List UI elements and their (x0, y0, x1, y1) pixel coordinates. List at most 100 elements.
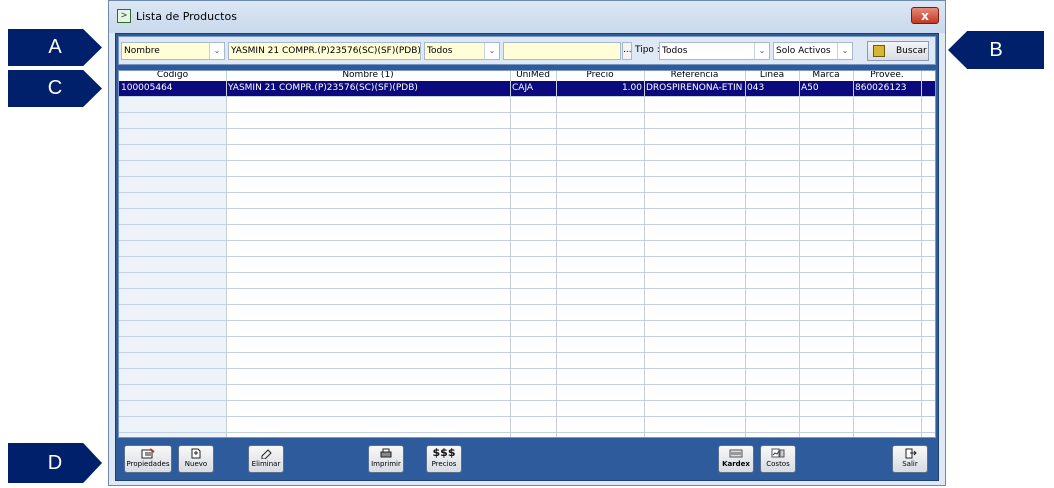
field-select[interactable]: Nombre ⌄ (121, 42, 225, 60)
header-marca[interactable]: Marca (799, 71, 853, 80)
status-select[interactable]: Solo Activos ⌄ (773, 42, 853, 60)
ellipsis-button[interactable]: ... (622, 42, 632, 60)
footer-toolbar: Propiedades Nuevo Eliminar Imprimir $$$ … (118, 442, 936, 478)
product-list-window: > Lista de Productos x Nombre ⌄ YASMIN 2… (108, 0, 946, 486)
tipo-select[interactable]: Todos ⌄ (659, 42, 770, 60)
extra-input[interactable] (503, 42, 621, 60)
tipo-select-value: Todos (662, 46, 688, 56)
tipo-label: Tipo : (635, 45, 660, 55)
table-row[interactable] (119, 177, 935, 193)
table-row[interactable] (119, 193, 935, 209)
propiedades-button[interactable]: Propiedades (124, 445, 172, 473)
column-divider (510, 71, 511, 437)
header-referencia[interactable]: Referencia (644, 71, 745, 80)
chevron-down-icon: ⌄ (209, 43, 224, 59)
window-title: Lista de Productos (136, 10, 237, 23)
column-divider (644, 71, 645, 437)
column-divider (556, 71, 557, 437)
table-row[interactable] (119, 257, 935, 273)
callout-d: D (8, 443, 102, 483)
table-row[interactable] (119, 401, 935, 417)
precios-button[interactable]: $$$ Precios (426, 445, 462, 473)
propiedades-label: Propiedades (126, 460, 170, 468)
header-linea[interactable]: Linea (745, 71, 799, 80)
column-divider (799, 71, 800, 437)
scope-select[interactable]: Todos ⌄ (424, 42, 500, 60)
chevron-down-icon: ⌄ (484, 43, 499, 59)
header-precio[interactable]: Precio (556, 71, 644, 80)
callout-a: A (8, 29, 102, 66)
nuevo-label: Nuevo (184, 460, 208, 468)
kardex-button[interactable]: Kardex (718, 445, 754, 473)
table-row[interactable] (119, 417, 935, 433)
eliminar-button[interactable]: Eliminar (248, 445, 284, 473)
table-row[interactable] (119, 113, 935, 129)
table-row[interactable] (119, 337, 935, 353)
table-cell: A50 (801, 83, 819, 93)
buscar-label: Buscar (896, 46, 927, 56)
table-row[interactable] (119, 385, 935, 401)
table-row[interactable] (119, 353, 935, 369)
status-select-value: Solo Activos (776, 46, 831, 56)
app-icon: > (117, 9, 131, 23)
table-row[interactable] (119, 289, 935, 305)
header-unimed[interactable]: UniMed (510, 71, 556, 80)
eliminar-label: Eliminar (251, 460, 281, 468)
properties-icon (141, 448, 155, 459)
exit-door-icon (905, 448, 917, 459)
buscar-button[interactable]: Buscar (867, 41, 929, 61)
search-input[interactable]: YASMIN 21 COMPR.(P)23576(SC)(SF)(PDB) (228, 42, 421, 60)
table-row[interactable] (119, 161, 935, 177)
chevron-down-icon: ⌄ (754, 43, 769, 59)
table-row[interactable] (119, 145, 935, 161)
table-row[interactable] (119, 273, 935, 289)
salir-label: Salir (902, 460, 918, 468)
column-divider (745, 71, 746, 437)
search-input-value: YASMIN 21 COMPR.(P)23576(SC)(SF)(PDB) (231, 46, 421, 56)
search-icon (873, 45, 885, 57)
table-cell: 100005464 (121, 83, 173, 93)
callout-c: C (8, 70, 102, 107)
callout-b: B (948, 31, 1044, 69)
costos-button[interactable]: Costos (760, 445, 796, 473)
filter-bar: Nombre ⌄ YASMIN 21 COMPR.(P)23576(SC)(SF… (118, 36, 936, 65)
title-bar: > Lista de Productos x (109, 1, 945, 33)
chevron-down-icon: ⌄ (837, 43, 852, 59)
precios-label: Precios (431, 460, 457, 468)
products-table: Código Nombre (1) UniMed Precio Referenc… (118, 70, 936, 438)
nuevo-button[interactable]: Nuevo (178, 445, 214, 473)
header-provee[interactable]: Provee. (853, 71, 921, 80)
table-cell: DROSPIRENONA-ETINILE (646, 83, 743, 93)
table-cell: YASMIN 21 COMPR.(P)23576(SC)(SF)(PDB) (228, 83, 418, 93)
column-divider (853, 71, 854, 437)
kardex-icon (729, 449, 743, 458)
table-cell: CAJA (512, 83, 534, 93)
table-cell: 043 (747, 83, 765, 93)
table-row[interactable] (119, 209, 935, 225)
table-cell: 1.00 (621, 83, 642, 93)
table-row[interactable] (119, 305, 935, 321)
header-nombre[interactable]: Nombre (1) (226, 71, 510, 80)
table-row[interactable]: 100005464 YASMIN 21 COMPR.(P)23576(SC)(SF… (119, 81, 935, 97)
column-divider (226, 71, 227, 437)
imprimir-button[interactable]: Imprimir (368, 445, 404, 473)
table-row[interactable] (119, 97, 935, 113)
costos-label: Costos (766, 460, 790, 468)
scope-select-value: Todos (427, 46, 453, 56)
table-row[interactable] (119, 321, 935, 337)
table-row[interactable] (119, 129, 935, 145)
column-divider (921, 71, 922, 437)
money-icon: $$$ (432, 446, 456, 459)
printer-icon (380, 448, 392, 458)
header-codigo[interactable]: Código (119, 71, 226, 80)
table-row[interactable] (119, 225, 935, 241)
costs-chart-icon (771, 448, 785, 458)
close-button[interactable]: x (911, 7, 939, 24)
table-row[interactable] (119, 369, 935, 385)
kardex-label: Kardex (722, 460, 750, 468)
salir-button[interactable]: Salir (892, 445, 928, 473)
field-select-value: Nombre (124, 46, 160, 56)
table-row[interactable] (119, 241, 935, 257)
eraser-icon (261, 449, 272, 459)
new-document-icon (191, 448, 201, 459)
